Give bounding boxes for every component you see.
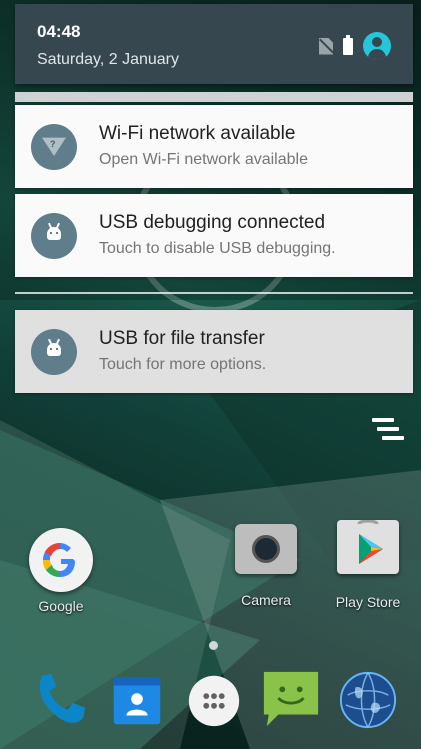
clock: 04:48 (37, 22, 81, 41)
app-drawer-icon[interactable] (184, 670, 244, 730)
notification-text: Open Wi-Fi network available (99, 151, 308, 168)
play-store-icon (337, 520, 399, 574)
quick-settings-header[interactable]: 04:48 Saturday, 2 January (15, 4, 413, 84)
app-play-store[interactable]: Play Store (323, 520, 413, 610)
notification-title: USB for file transfer (99, 328, 265, 349)
messaging-icon[interactable] (261, 670, 321, 730)
wifi-icon: ? (31, 124, 77, 170)
header-shadow-strip (15, 92, 413, 102)
camera-icon (235, 524, 297, 574)
phone-screen: 04:48 Saturday, 2 January ? Wi-Fi networ… (0, 0, 421, 749)
browser-icon[interactable] (338, 670, 398, 730)
notification-title: Wi-Fi network available (99, 123, 296, 144)
phone-icon[interactable] (30, 670, 90, 730)
android-icon (31, 213, 77, 259)
app-label: Camera (241, 592, 291, 608)
no-sim-icon (319, 37, 333, 55)
android-icon (31, 329, 77, 375)
app-camera[interactable]: Camera (221, 524, 311, 608)
notification-text: Touch to disable USB debugging. (99, 240, 336, 257)
notification-usb-file-transfer[interactable]: USB for file transfer Touch for more opt… (15, 310, 413, 393)
google-icon (29, 528, 93, 592)
date[interactable]: Saturday, 2 January (37, 51, 179, 69)
clear-all-icon[interactable] (372, 418, 404, 444)
notification-title: USB debugging connected (99, 212, 326, 233)
user-avatar-icon[interactable] (363, 32, 391, 60)
notification-text: Touch for more options. (99, 356, 267, 373)
status-icons (319, 32, 391, 60)
battery-icon (343, 34, 353, 55)
contacts-icon[interactable] (107, 670, 167, 730)
notification-divider (15, 292, 413, 294)
notification-usb-debugging[interactable]: USB debugging connected Touch to disable… (15, 194, 413, 277)
app-label: Play Store (335, 594, 401, 610)
notification-wifi[interactable]: ? Wi-Fi network available Open Wi-Fi net… (15, 105, 413, 188)
app-google[interactable]: Google (16, 528, 106, 614)
app-label: Google (38, 598, 84, 614)
page-indicator (209, 641, 218, 650)
